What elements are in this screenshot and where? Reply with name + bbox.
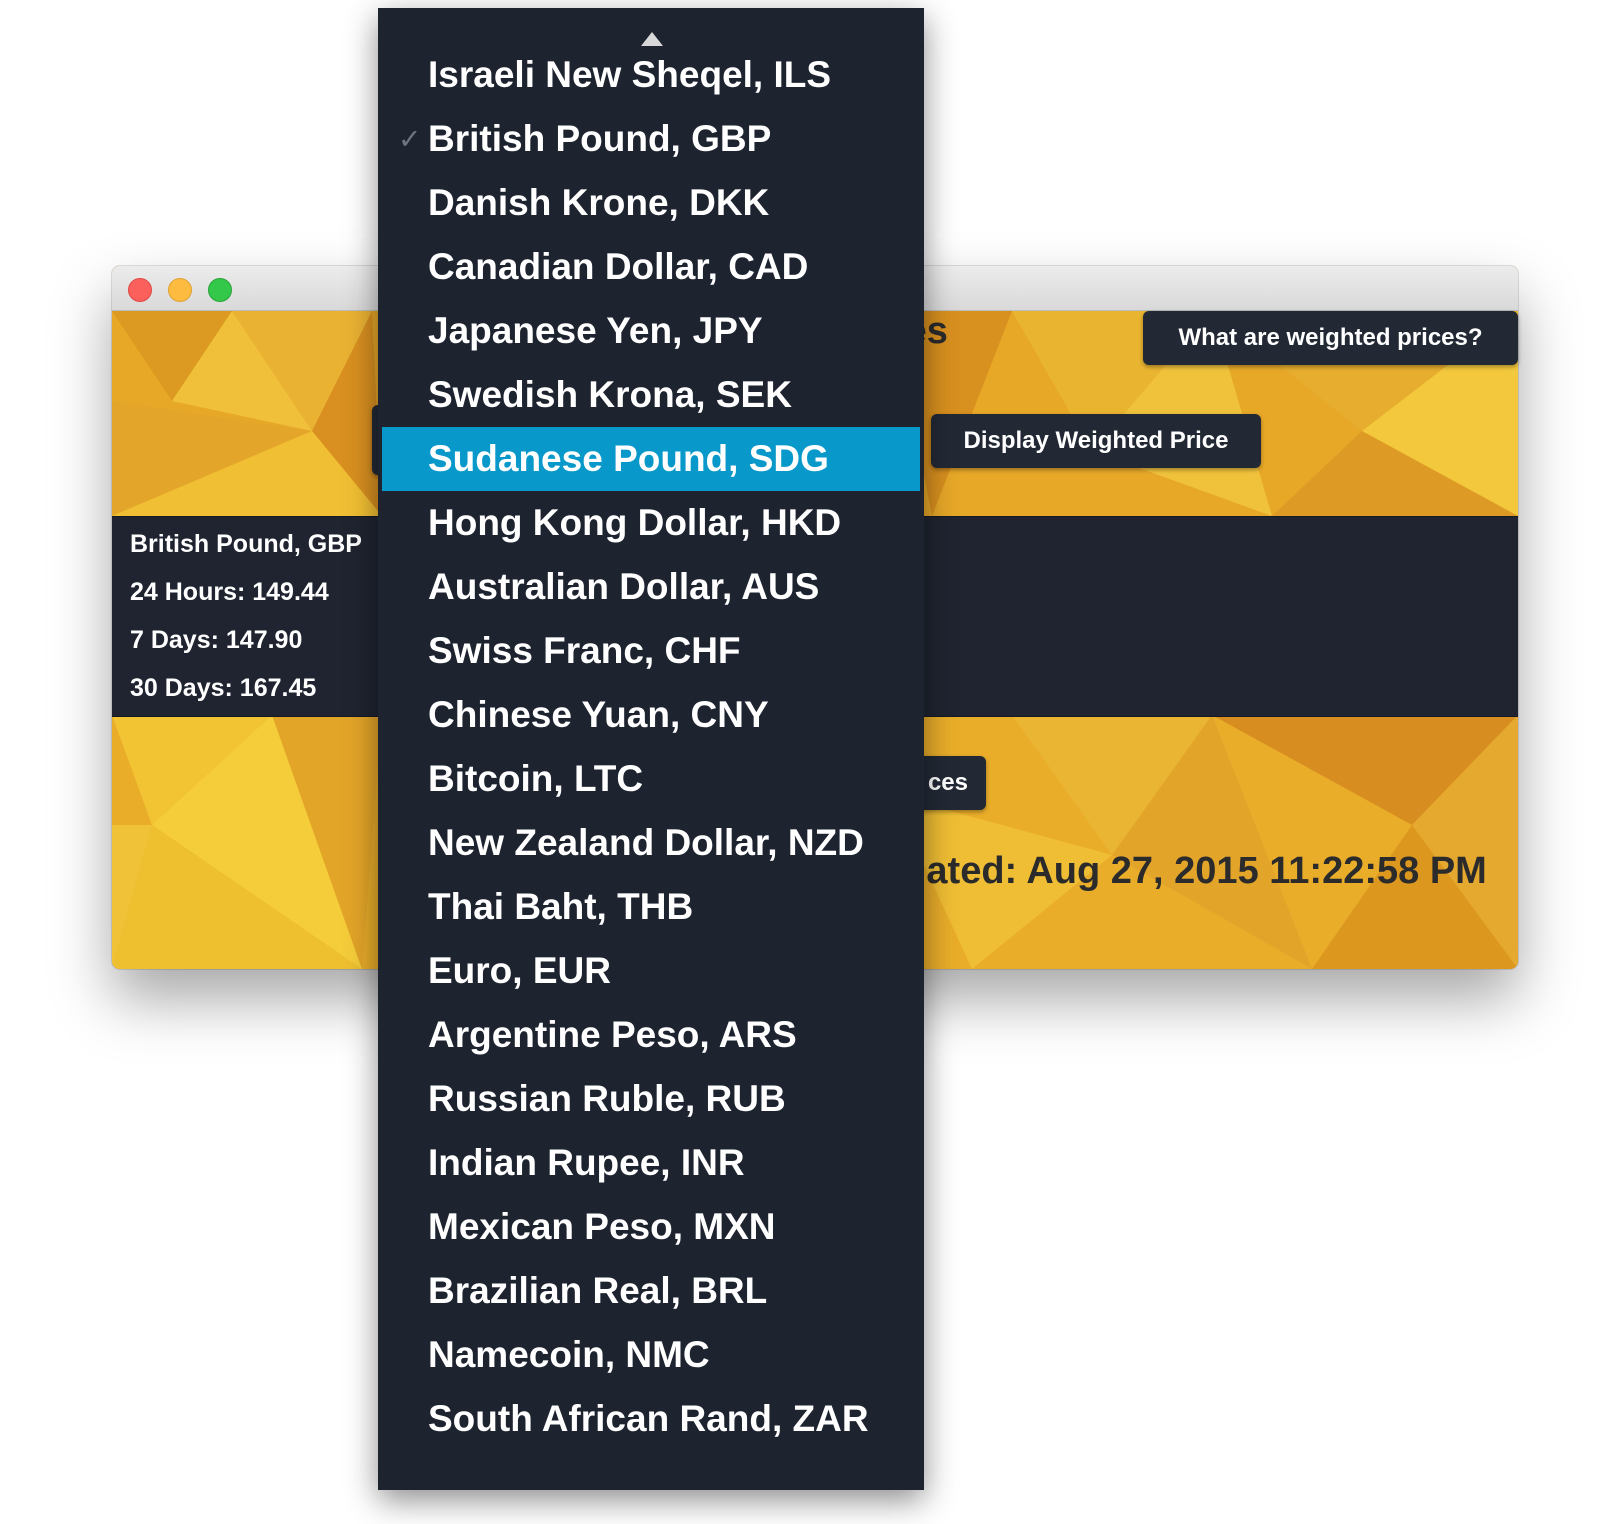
currency-menu-item-label: Mexican Peso, MXN	[428, 1206, 776, 1247]
last-updated: odated: Aug 27, 2015 11:22:58 PM	[880, 850, 1487, 892]
currency-menu-item-label: Canadian Dollar, CAD	[428, 246, 809, 287]
currency-menu-item-label: Brazilian Real, BRL	[428, 1270, 768, 1311]
currency-menu-item[interactable]: Japanese Yen, JPY	[382, 299, 920, 363]
currency-menu-item-label: Thai Baht, THB	[428, 886, 694, 927]
display-weighted-price-button[interactable]: Display Weighted Price	[931, 414, 1261, 468]
currency-menu-item[interactable]: Swedish Krona, SEK	[382, 363, 920, 427]
currency-menu-item[interactable]: Thai Baht, THB	[382, 875, 920, 939]
currency-menu-item[interactable]: Bitcoin, LTC	[382, 747, 920, 811]
currency-menu-item[interactable]: Euro, EUR	[382, 939, 920, 1003]
currency-menu-item[interactable]: Australian Dollar, AUS	[382, 555, 920, 619]
currency-menu-item[interactable]: Namecoin, NMC	[382, 1323, 920, 1387]
currency-menu-item-label: Indian Rupee, INR	[428, 1142, 745, 1183]
currency-menu-item-label: Argentine Peso, ARS	[428, 1014, 797, 1055]
stats-24-hours: 24 Hours: 149.44	[130, 578, 329, 606]
stats-30-days: 30 Days: 167.45	[130, 674, 317, 702]
currency-menu-item[interactable]: Indian Rupee, INR	[382, 1131, 920, 1195]
currency-dropdown-menu[interactable]: Israeli New Sheqel, ILS ✓ British Pound, G…	[378, 8, 924, 1490]
stats-currency: British Pound, GBP	[130, 530, 362, 558]
checkmark-icon: ✓	[398, 123, 422, 155]
currency-menu-item-label: South African Rand, ZAR	[428, 1398, 869, 1439]
currency-menu-item-label: Euro, EUR	[428, 950, 611, 991]
minimize-window-icon[interactable]	[168, 278, 192, 302]
currency-menu-item[interactable]: Canadian Dollar, CAD	[382, 235, 920, 299]
maximize-window-icon[interactable]	[208, 278, 232, 302]
currency-menu-item[interactable]: Brazilian Real, BRL	[382, 1259, 920, 1323]
weighted-prices-help-button[interactable]: What are weighted prices?	[1143, 311, 1518, 365]
currency-menu-item[interactable]: New Zealand Dollar, NZD	[382, 811, 920, 875]
currency-menu-item-label: Israeli New Sheqel, ILS	[428, 54, 832, 95]
stats-7-days: 7 Days: 147.90	[130, 626, 303, 654]
currency-menu-item-label: New Zealand Dollar, NZD	[428, 822, 864, 863]
currency-menu-item[interactable]: Hong Kong Dollar, HKD	[382, 491, 920, 555]
currency-menu-item-label: Swedish Krona, SEK	[428, 374, 792, 415]
currency-menu-item[interactable]: Mexican Peso, MXN	[382, 1195, 920, 1259]
currency-menu-item[interactable]: Russian Ruble, RUB	[382, 1067, 920, 1131]
currency-menu-item-label: Russian Ruble, RUB	[428, 1078, 786, 1119]
currency-menu-item-label: Danish Krone, DKK	[428, 182, 770, 223]
currency-menu-item[interactable]: Israeli New Sheqel, ILS	[382, 43, 920, 107]
currency-menu-item-label: Japanese Yen, JPY	[428, 310, 763, 351]
currency-menu-item-label: Chinese Yuan, CNY	[428, 694, 769, 735]
currency-menu-item[interactable]: Danish Krone, DKK	[382, 171, 920, 235]
currency-menu-item-label: Australian Dollar, AUS	[428, 566, 820, 607]
currency-menu-item-label: British Pound, GBP	[428, 118, 772, 159]
currency-menu-item-label: Sudanese Pound, SDG	[428, 438, 829, 479]
currency-menu-item-label: Hong Kong Dollar, HKD	[428, 502, 842, 543]
currency-menu-item[interactable]: Swiss Franc, CHF	[382, 619, 920, 683]
currency-menu-item[interactable]: Chinese Yuan, CNY	[382, 683, 920, 747]
currency-menu-item[interactable]: South African Rand, ZAR	[382, 1387, 920, 1451]
close-window-icon[interactable]	[128, 278, 152, 302]
currency-menu-item-label: Bitcoin, LTC	[428, 758, 644, 799]
currency-menu-item-label: Namecoin, NMC	[428, 1334, 710, 1375]
currency-menu-item-label: Swiss Franc, CHF	[428, 630, 741, 671]
currency-menu-item[interactable]: Sudanese Pound, SDG	[382, 427, 920, 491]
currency-menu-item[interactable]: ✓ British Pound, GBP	[382, 107, 920, 171]
currency-menu-item[interactable]: Argentine Peso, ARS	[382, 1003, 920, 1067]
